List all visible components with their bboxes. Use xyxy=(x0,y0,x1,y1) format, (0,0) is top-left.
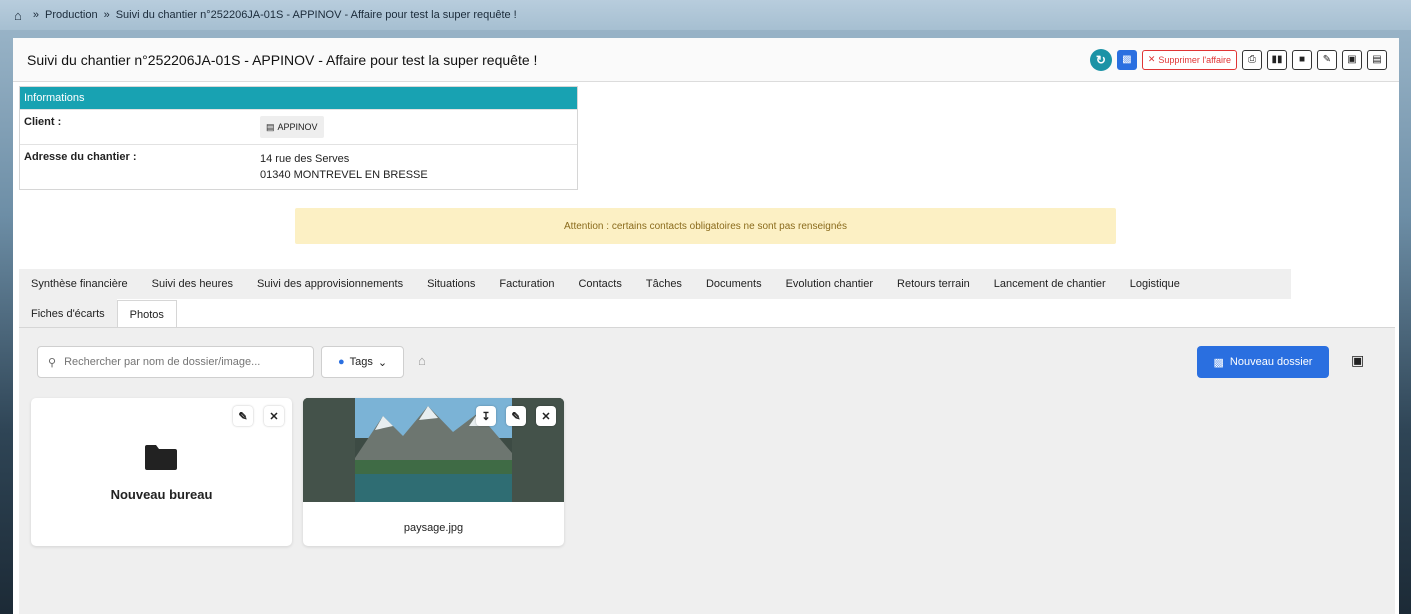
photos-content: ⚲ ● Tags ⌄ ⌂ ▩ Nouveau dossier ▣ ✎ ✕ Nou… xyxy=(19,327,1395,614)
info-table: Informations Client : ▤ APPINOV Adresse … xyxy=(19,86,578,190)
tab-retours-terrain[interactable]: Retours terrain xyxy=(885,278,982,290)
toolbar: ↻ ▩ ✕ Supprimer l'affaire ⎙ ▮▮ ■ ✎ ▣ ▤ xyxy=(1089,48,1387,71)
calendar-icon: ▣ xyxy=(1347,54,1357,65)
breadcrumb-item-production[interactable]: Production xyxy=(45,9,98,21)
comments-icon: ■ xyxy=(1298,54,1306,65)
breadcrumb-separator: » xyxy=(32,9,39,21)
list-button[interactable]: ▤ xyxy=(1367,49,1387,70)
folder-plus-icon: ▩ xyxy=(1213,356,1224,369)
tab-logistique[interactable]: Logistique xyxy=(1118,278,1192,290)
tags-label: Tags xyxy=(349,356,373,368)
client-label: Client : xyxy=(24,116,62,128)
panel-header: Suivi du chantier n°252206JA-01S - APPIN… xyxy=(13,38,1399,82)
new-folder-button[interactable]: ▩ Nouveau dossier xyxy=(1197,346,1329,378)
edit-icon: ✎ xyxy=(238,410,248,423)
address-line2: 01340 MONTREVEL EN BRESSE xyxy=(260,169,428,181)
tab-synthese-financiere[interactable]: Synthèse financière xyxy=(19,278,140,290)
print-icon: ⎙ xyxy=(1248,54,1256,65)
close-icon: ✕ xyxy=(1147,54,1156,64)
address-label: Adresse du chantier : xyxy=(24,151,137,163)
info-heading: Informations xyxy=(20,87,577,109)
breadcrumb-item-current: Suivi du chantier n°252206JA-01S - APPIN… xyxy=(115,9,517,21)
tab-taches[interactable]: Tâches xyxy=(634,278,694,290)
download-photo-button[interactable]: ↧ xyxy=(476,406,496,426)
gallery-icon[interactable]: ▣ xyxy=(1351,352,1364,369)
tabs-row-1: Synthèse financière Suivi des heures Sui… xyxy=(19,269,1291,299)
delete-affair-button[interactable]: ✕ Supprimer l'affaire xyxy=(1141,49,1237,70)
tab-evolution-chantier[interactable]: Evolution chantier xyxy=(774,278,885,290)
calendar-button[interactable]: ▣ xyxy=(1342,49,1362,70)
building-icon: ▤ xyxy=(266,122,275,132)
list-icon: ▤ xyxy=(1372,54,1382,65)
tab-suivi-heures[interactable]: Suivi des heures xyxy=(140,278,245,290)
tabs-row-2: Fiches d'écarts Photos xyxy=(19,299,177,329)
folder-icon: ▩ xyxy=(1122,54,1132,65)
tab-contacts[interactable]: Contacts xyxy=(566,278,633,290)
close-icon: ✕ xyxy=(541,410,551,423)
folder-name: Nouveau bureau xyxy=(110,487,213,502)
new-folder-label: Nouveau dossier xyxy=(1229,356,1313,368)
main-panel: Suivi du chantier n°252206JA-01S - APPIN… xyxy=(13,38,1399,614)
search-icon: ⚲ xyxy=(48,356,57,369)
client-tag[interactable]: ▤ APPINOV xyxy=(260,116,324,138)
address-row: Adresse du chantier : 14 rue des Serves … xyxy=(20,144,577,189)
tab-lancement-chantier[interactable]: Lancement de chantier xyxy=(982,278,1118,290)
breadcrumb: ⌂ » Production » Suivi du chantier n°252… xyxy=(0,0,1411,30)
photo-name: paysage.jpg xyxy=(403,522,464,534)
photo-card[interactable]: ↧ ✎ ✕ paysage.jpg xyxy=(303,398,564,546)
home-icon[interactable]: ⌂ xyxy=(14,8,22,23)
delete-folder-button[interactable]: ✕ xyxy=(264,406,284,426)
tab-documents[interactable]: Documents xyxy=(694,278,774,290)
pencil-icon: ✎ xyxy=(1322,54,1332,65)
folder-card[interactable]: ✎ ✕ Nouveau bureau xyxy=(31,398,292,546)
chevron-down-icon: ⌄ xyxy=(377,356,388,369)
breadcrumb-separator: » xyxy=(103,9,110,21)
book-button[interactable]: ▮▮ xyxy=(1267,49,1287,70)
tags-dropdown[interactable]: ● Tags ⌄ xyxy=(321,346,404,378)
comments-button[interactable]: ■ xyxy=(1292,49,1312,70)
delete-affair-label: Supprimer l'affaire xyxy=(1158,54,1231,65)
warning-alert: Attention : certains contacts obligatoir… xyxy=(295,208,1116,244)
print-button[interactable]: ⎙ xyxy=(1242,49,1262,70)
edit-icon: ✎ xyxy=(511,410,521,423)
address-line1: 14 rue des Serves xyxy=(260,153,350,165)
home-folder-icon[interactable]: ⌂ xyxy=(418,353,426,368)
refresh-button[interactable]: ↻ xyxy=(1089,48,1112,71)
delete-photo-button[interactable]: ✕ xyxy=(536,406,556,426)
download-icon: ↧ xyxy=(481,410,491,423)
client-value-cell: ▤ APPINOV xyxy=(256,110,328,144)
close-icon: ✕ xyxy=(269,410,279,423)
edit-folder-button[interactable]: ✎ xyxy=(233,406,253,426)
folder-icon xyxy=(145,445,177,470)
client-row: Client : ▤ APPINOV xyxy=(20,109,577,144)
tab-fiches-ecarts[interactable]: Fiches d'écarts xyxy=(19,299,117,328)
book-icon: ▮▮ xyxy=(1271,54,1283,65)
tab-situations[interactable]: Situations xyxy=(415,278,487,290)
folder-button[interactable]: ▩ xyxy=(1116,49,1137,70)
edit-button[interactable]: ✎ xyxy=(1317,49,1337,70)
edit-photo-button[interactable]: ✎ xyxy=(506,406,526,426)
refresh-icon: ↻ xyxy=(1095,52,1106,67)
search-input[interactable] xyxy=(64,356,295,368)
tab-photos[interactable]: Photos xyxy=(116,300,177,329)
search-box[interactable]: ⚲ xyxy=(37,346,314,378)
tab-suivi-approvisionnements[interactable]: Suivi des approvisionnements xyxy=(245,278,415,290)
address-value: 14 rue des Serves 01340 MONTREVEL EN BRE… xyxy=(256,145,432,189)
page-title: Suivi du chantier n°252206JA-01S - APPIN… xyxy=(27,51,538,68)
client-value: APPINOV xyxy=(277,122,318,132)
tab-facturation[interactable]: Facturation xyxy=(487,278,566,290)
tag-icon: ● xyxy=(337,356,345,368)
